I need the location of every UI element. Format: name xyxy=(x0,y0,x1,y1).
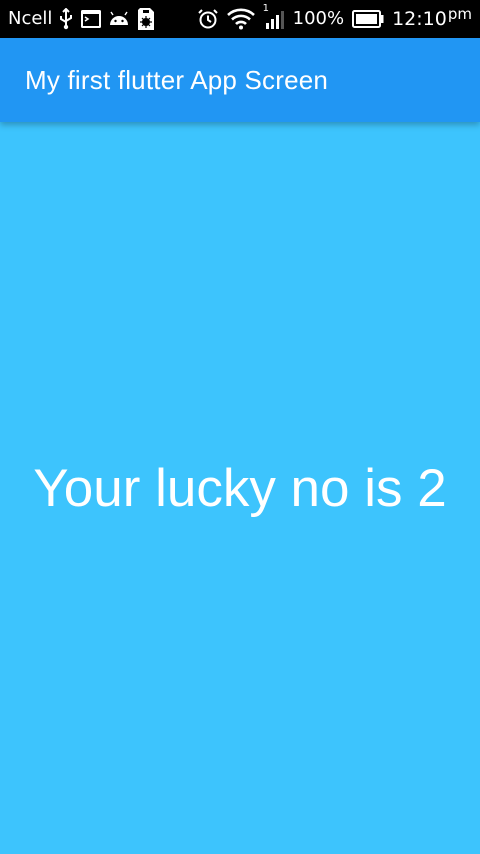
terminal-icon xyxy=(80,9,102,29)
battery-icon xyxy=(352,10,384,28)
signal-icon: 1 xyxy=(263,4,285,30)
app-bar: My first flutter App Screen xyxy=(0,38,480,122)
wifi-icon xyxy=(226,8,255,30)
clock-ampm: pm xyxy=(447,5,472,23)
alarm-icon xyxy=(197,8,219,30)
clock: 12:10 pm xyxy=(392,7,472,31)
main-content: Your lucky no is 2 xyxy=(0,122,480,854)
app-bar-title: My first flutter App Screen xyxy=(25,64,329,95)
clock-time: 12:10 xyxy=(392,7,447,30)
usb-icon xyxy=(58,8,74,30)
status-left: Ncell xyxy=(8,0,156,38)
status-right: 1 100% 12:10 pm xyxy=(197,0,472,38)
sim-icon xyxy=(136,7,156,31)
lucky-number-text: Your lucky no is 2 xyxy=(33,458,447,518)
carrier-name: Ncell xyxy=(8,8,53,29)
signal-badge: 1 xyxy=(262,3,269,14)
battery-percent: 100% xyxy=(292,8,345,29)
status-bar: Ncell 1 100% 12:10 pm xyxy=(0,0,480,38)
android-icon xyxy=(108,11,130,27)
